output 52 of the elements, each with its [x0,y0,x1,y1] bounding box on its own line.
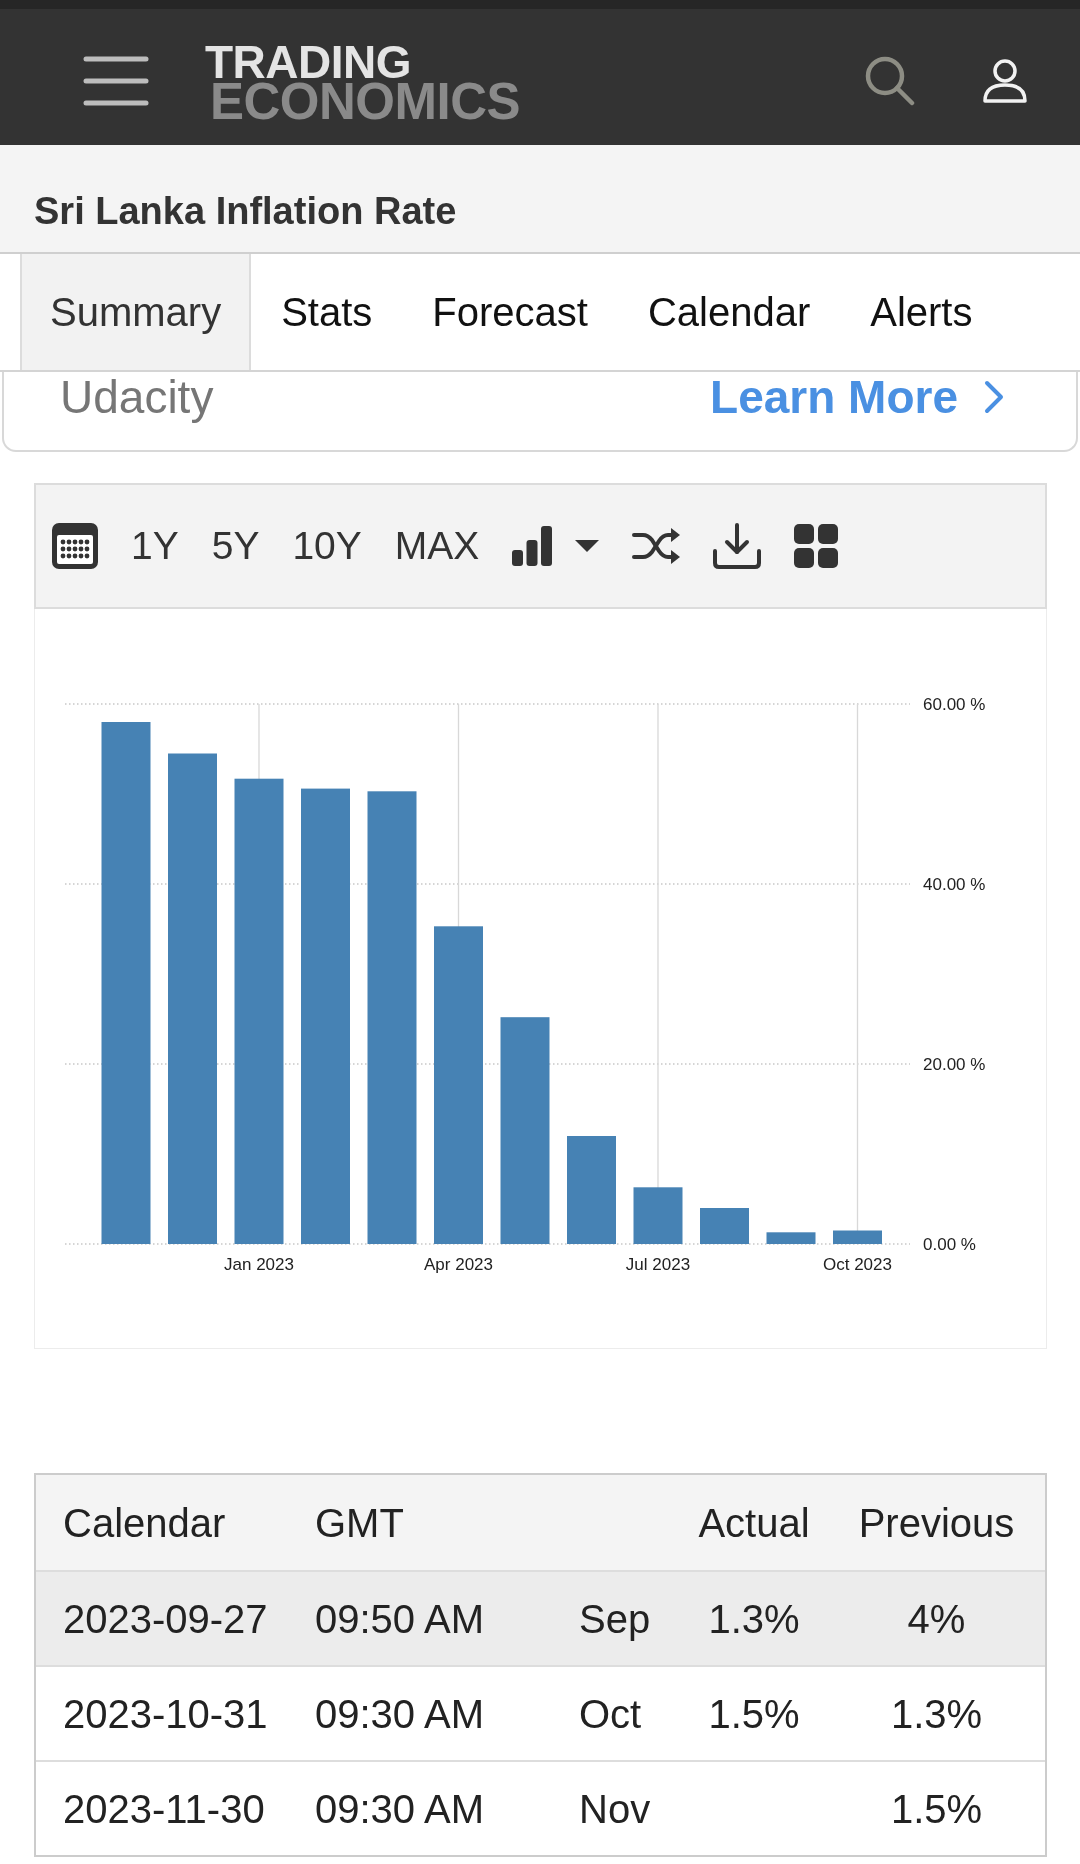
column-header: Previous [857,1499,1016,1547]
range-button[interactable]: 5Y [211,524,260,568]
range-button[interactable]: 10Y [292,524,362,568]
y-axis-label: 40.00 % [923,875,986,894]
column-header: Calendar [62,1499,227,1547]
table-cell-text: 09:50 AM [314,1595,485,1643]
table-cell-text: 2023-11-30 [62,1785,266,1833]
table-cell-text: 09:30 AM [314,1690,485,1738]
download-icon[interactable] [713,523,762,569]
bar [700,1208,749,1244]
table-cell-text: Sep [578,1595,652,1643]
y-axis-label: 20.00 % [923,1055,986,1074]
table-cell-text: 2023-09-27 [62,1595,269,1643]
y-axis-label: 60.00 % [923,695,986,714]
x-axis-label: Oct 2023 [823,1255,892,1274]
table-cell-text: 1.5% [889,1785,984,1833]
range-button[interactable]: 1Y [131,524,179,568]
tab[interactable]: Calendar [617,254,841,370]
menu-icon[interactable] [83,56,149,106]
table-cell-text: 09:30 AM [314,1785,485,1833]
x-axis-label: Apr 2023 [424,1255,493,1274]
page-title: Sri Lanka Inflation Rate [34,189,457,233]
logo[interactable]: TRADING ECONOMICS [205,43,521,123]
bar-chart-icon[interactable] [512,526,553,566]
user-icon[interactable] [982,59,1028,103]
table-cell-text: Nov [578,1785,652,1833]
x-axis-label: Jul 2023 [625,1255,691,1274]
table-cell-text: Oct [578,1690,643,1738]
table-cell-text: 1.5% [707,1690,801,1738]
bar [633,1187,683,1244]
column-header: GMT [314,1499,405,1547]
x-axis-label: Jan 2023 [224,1255,294,1274]
advertiser-name: Udacity [60,372,214,422]
tab[interactable]: Stats [251,254,403,370]
column-header: Actual [697,1499,811,1547]
chevron-right-icon [984,380,1004,414]
tab[interactable]: Summary [20,254,252,370]
caret-down-icon[interactable] [575,540,600,552]
tab[interactable]: Forecast [402,254,618,370]
table-cell-text: 2023-10-31 [62,1690,269,1738]
bar [766,1232,816,1244]
grid-icon[interactable] [794,524,839,568]
bar [833,1230,882,1244]
range-button[interactable]: MAX [394,524,480,568]
y-axis-label: 0.00 % [923,1235,976,1254]
shuffle-icon[interactable] [632,526,681,566]
table-cell-text: 4% [906,1595,967,1643]
calendar-icon[interactable] [52,523,98,569]
tab[interactable]: Alerts [840,254,1003,370]
table-cell-text: 1.3% [707,1595,801,1643]
table-cell-text: 1.3% [889,1690,984,1738]
search-icon[interactable] [865,56,915,106]
